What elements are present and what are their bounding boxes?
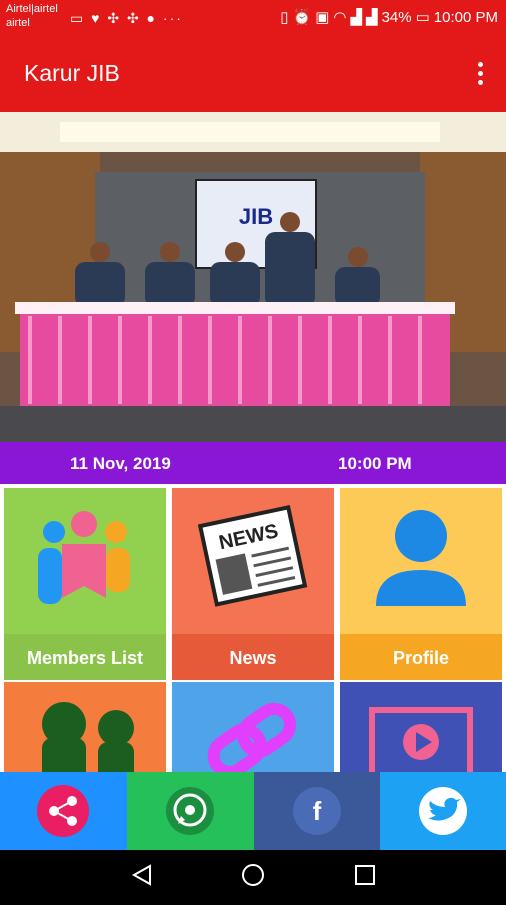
social-bar: f — [0, 772, 506, 850]
status-bar: Airtel|airtel airtel ▭ ♥ ✣ ✣ ● ··· ▯ ⏰ ▣… — [0, 0, 506, 36]
tile-label: News — [172, 634, 334, 680]
nav-icons — [131, 864, 375, 886]
tile-profile[interactable]: Profile — [340, 488, 502, 680]
date-bar: 11 Nov, 2019 10:00 PM — [0, 442, 506, 484]
svg-text:f: f — [313, 796, 322, 826]
back-icon[interactable] — [131, 864, 151, 886]
app-title: Karur JIB — [24, 60, 120, 86]
whatsapp-button[interactable] — [127, 772, 254, 850]
app-bar: Karur JIB — [0, 36, 506, 112]
screen-text: JIB — [239, 204, 273, 229]
battery-icon: ▭ — [415, 9, 430, 26]
banner-photo: JIB — [0, 112, 506, 442]
share-button[interactable] — [0, 772, 127, 850]
nfc-icon: ▣ — [315, 9, 330, 26]
facebook-icon: f — [293, 787, 341, 835]
notification-icons: ▭ ♥ ✣ ✣ ● ··· — [70, 10, 183, 26]
home-icon[interactable] — [242, 864, 264, 886]
tile-news[interactable]: NEWS News — [172, 488, 334, 680]
wifi-icon: ◠ — [333, 9, 347, 26]
overflow-menu-icon[interactable] — [478, 62, 484, 86]
tile-members-list[interactable]: Members List — [4, 488, 166, 680]
signal-icon: ▟ — [350, 9, 363, 26]
system-nav-bar — [0, 850, 506, 900]
battery-percent: 34% — [381, 8, 412, 26]
profile-icon — [376, 510, 466, 606]
current-date: 11 Nov, 2019 — [70, 454, 171, 473]
people-silhouette-icon — [42, 702, 134, 782]
twitter-icon — [419, 787, 467, 835]
twitter-button[interactable] — [380, 772, 506, 850]
status-right: ▯ ⏰ ▣ ◠ ▟ ▟ 34% ▭ 10:00 PM — [280, 8, 498, 27]
signal-icon-2: ▟ — [366, 9, 378, 26]
status-time: 10:00 PM — [433, 8, 498, 26]
recents-icon[interactable] — [355, 865, 375, 885]
alarm-icon: ⏰ — [292, 9, 312, 26]
news-icon: NEWS — [197, 504, 308, 607]
vibrate-icon: ▯ — [280, 9, 289, 26]
current-time: 10:00 PM — [338, 454, 412, 473]
video-icon — [369, 707, 473, 783]
members-icon — [38, 511, 130, 604]
meeting-photo: JIB — [0, 112, 506, 442]
tile-label: Members List — [4, 634, 166, 680]
carrier-name: Airtel|airtel airtel — [6, 3, 58, 29]
whatsapp-icon — [166, 787, 214, 835]
facebook-button[interactable]: f — [254, 772, 380, 850]
link-icon — [207, 702, 296, 778]
tile-label: Profile — [340, 634, 502, 680]
share-icon — [37, 785, 89, 837]
menu-grid: Members List NEWS News Profile — [0, 484, 506, 874]
